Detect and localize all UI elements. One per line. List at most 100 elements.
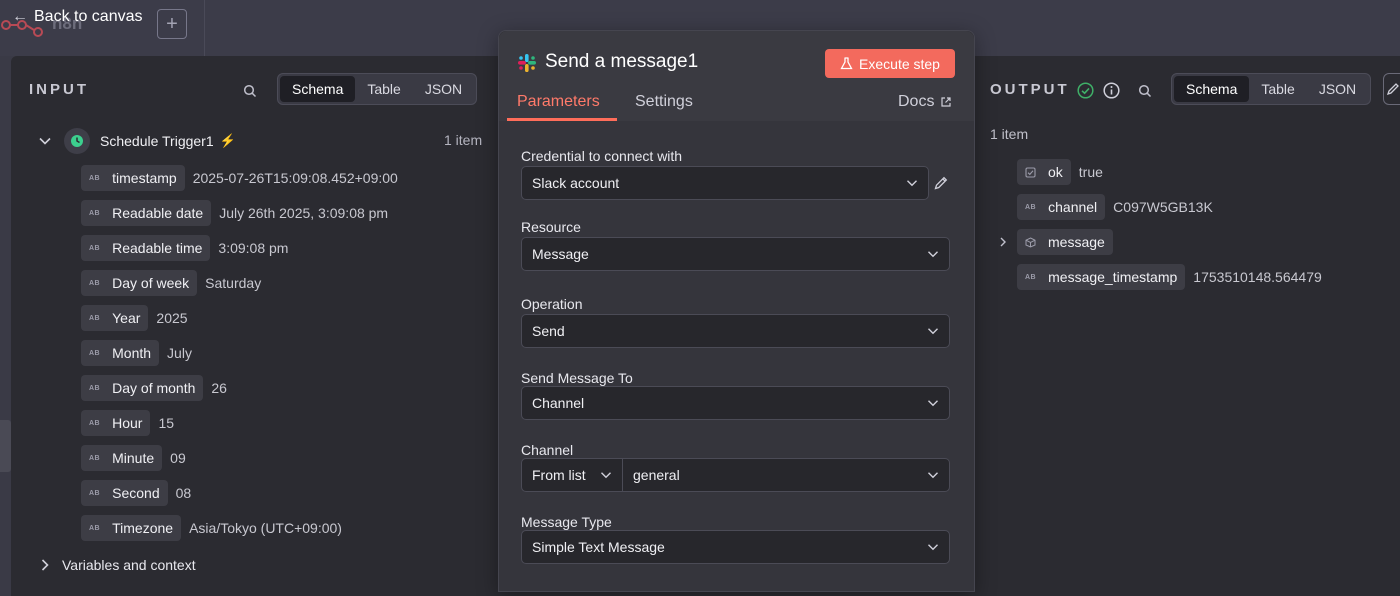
back-to-canvas-link[interactable]: ← Back to canvas	[12, 8, 143, 26]
chevron-right-icon[interactable]	[38, 558, 52, 572]
list-item[interactable]: AB Second 08	[81, 480, 191, 506]
variables-context-row[interactable]: Variables and context	[38, 557, 196, 573]
output-search-icon[interactable]	[1136, 82, 1154, 100]
field-chip[interactable]: AB Minute	[81, 445, 163, 471]
field-chip[interactable]: AB Month	[81, 340, 160, 366]
send-to-select[interactable]: Channel	[521, 386, 950, 420]
canvas-edge-handle	[0, 420, 11, 472]
input-view-switch: Schema Table JSON	[277, 73, 478, 105]
list-item[interactable]: AB channel C097W5GB13K	[1017, 194, 1213, 220]
add-node-button[interactable]: +	[157, 9, 187, 39]
field-chip[interactable]: AB Readable time	[81, 235, 211, 261]
list-item[interactable]: AB message_timestamp 1753510148.564479	[1017, 264, 1322, 290]
modal-title[interactable]: Send a message1	[545, 51, 698, 73]
string-type-icon: AB	[89, 524, 101, 532]
output-item-count: 1 item	[990, 126, 1029, 142]
chevron-down-icon	[907, 180, 917, 187]
send-to-value: Channel	[532, 395, 585, 411]
success-check-icon	[1076, 81, 1094, 99]
list-item[interactable]: AB Minute 09	[81, 445, 186, 471]
string-type-icon: AB	[89, 349, 101, 357]
field-value: 15	[158, 415, 175, 431]
checkbox-type-icon	[1025, 166, 1036, 178]
field-key: Hour	[112, 415, 143, 431]
field-chip[interactable]: AB timestamp	[81, 165, 185, 191]
field-chip[interactable]: AB Timezone	[81, 515, 182, 541]
field-key: Day of week	[112, 275, 190, 291]
input-tab-json[interactable]: JSON	[413, 76, 474, 102]
string-type-icon: AB	[89, 174, 101, 182]
string-type-icon: AB	[1025, 203, 1037, 211]
field-chip[interactable]: AB Hour	[81, 410, 151, 436]
list-item[interactable]: AB Year 2025	[81, 305, 188, 331]
info-icon[interactable]	[1102, 81, 1120, 99]
send-to-label: Send Message To	[521, 370, 633, 386]
list-item[interactable]: AB Month July	[81, 340, 192, 366]
list-item[interactable]: AB Readable date July 26th 2025, 3:09:08 …	[81, 200, 388, 226]
field-chip[interactable]: AB Readable date	[81, 200, 212, 226]
field-chip[interactable]: AB Year	[81, 305, 149, 331]
field-key: timestamp	[112, 170, 177, 186]
credential-label: Credential to connect with	[521, 148, 683, 164]
field-key: Readable time	[112, 240, 203, 256]
edit-output-button[interactable]	[1383, 73, 1400, 105]
parameters-form: Credential to connect with Slack account…	[499, 121, 974, 591]
field-value: 1753510148.564479	[1193, 269, 1322, 285]
input-search-icon[interactable]	[241, 82, 259, 100]
channel-mode-select[interactable]: From list	[521, 458, 623, 492]
chevron-down-icon	[928, 472, 938, 479]
variables-context-label: Variables and context	[62, 557, 196, 573]
execute-step-button[interactable]: Execute step	[825, 49, 955, 78]
list-item[interactable]: message	[997, 229, 1113, 255]
chevron-down-icon	[928, 544, 938, 551]
output-tab-schema[interactable]: Schema	[1174, 76, 1250, 102]
cube-type-icon	[1025, 236, 1036, 248]
schedule-trigger-row[interactable]: Schedule Trigger1 ⚡	[32, 128, 502, 154]
credential-select[interactable]: Slack account	[521, 166, 929, 200]
list-item[interactable]: AB Day of week Saturday	[81, 270, 261, 296]
resource-label: Resource	[521, 219, 581, 235]
field-chip[interactable]: AB message_timestamp	[1017, 264, 1186, 290]
output-title: OUTPUT	[990, 81, 1070, 98]
field-chip[interactable]: ok	[1017, 159, 1071, 185]
field-value: true	[1078, 164, 1103, 180]
field-chip[interactable]: AB channel	[1017, 194, 1106, 220]
channel-select[interactable]: general	[622, 458, 950, 492]
operation-value: Send	[532, 323, 565, 339]
field-value: 09	[170, 450, 186, 466]
tab-parameters[interactable]: Parameters	[517, 93, 600, 111]
field-value: Saturday	[205, 275, 262, 291]
list-item[interactable]: AB Hour 15	[81, 410, 174, 436]
field-chip[interactable]: AB Second	[81, 480, 168, 506]
output-tab-json[interactable]: JSON	[1307, 76, 1368, 102]
trigger-node-name: Schedule Trigger1	[100, 133, 214, 149]
chevron-right-icon[interactable]	[997, 236, 1009, 248]
operation-select[interactable]: Send	[521, 314, 950, 348]
list-item[interactable]: AB Timezone Asia/Tokyo (UTC+09:00)	[81, 515, 342, 541]
input-tab-table[interactable]: Table	[355, 76, 412, 102]
field-key: Month	[112, 345, 152, 361]
pencil-icon	[1386, 83, 1399, 96]
list-item[interactable]: AB Readable time 3:09:08 pm	[81, 235, 288, 261]
chevron-down-icon[interactable]	[38, 134, 52, 148]
edit-credential-icon[interactable]	[933, 175, 949, 191]
message-type-value: Simple Text Message	[532, 539, 665, 555]
field-key: message	[1048, 234, 1105, 250]
field-key: Second	[112, 485, 160, 501]
field-chip[interactable]: AB Day of month	[81, 375, 204, 401]
tab-settings[interactable]: Settings	[635, 93, 693, 111]
list-item[interactable]: AB Day of month 26	[81, 375, 227, 401]
message-type-select[interactable]: Simple Text Message	[521, 530, 950, 564]
output-view-switch: Schema Table JSON	[1171, 73, 1372, 105]
field-chip[interactable]: AB Day of week	[81, 270, 198, 296]
field-chip[interactable]: message	[1017, 229, 1113, 255]
docs-link[interactable]: Docs	[898, 93, 952, 111]
list-item[interactable]: AB timestamp 2025-07-26T15:09:08.452+09:0…	[81, 165, 398, 191]
list-item[interactable]: ok true	[1017, 159, 1103, 185]
credential-value: Slack account	[532, 175, 620, 191]
lightning-icon: ⚡	[219, 133, 236, 148]
resource-select[interactable]: Message	[521, 237, 950, 271]
message-type-label: Message Type	[521, 514, 612, 530]
output-tab-table[interactable]: Table	[1249, 76, 1306, 102]
input-tab-schema[interactable]: Schema	[280, 76, 356, 102]
